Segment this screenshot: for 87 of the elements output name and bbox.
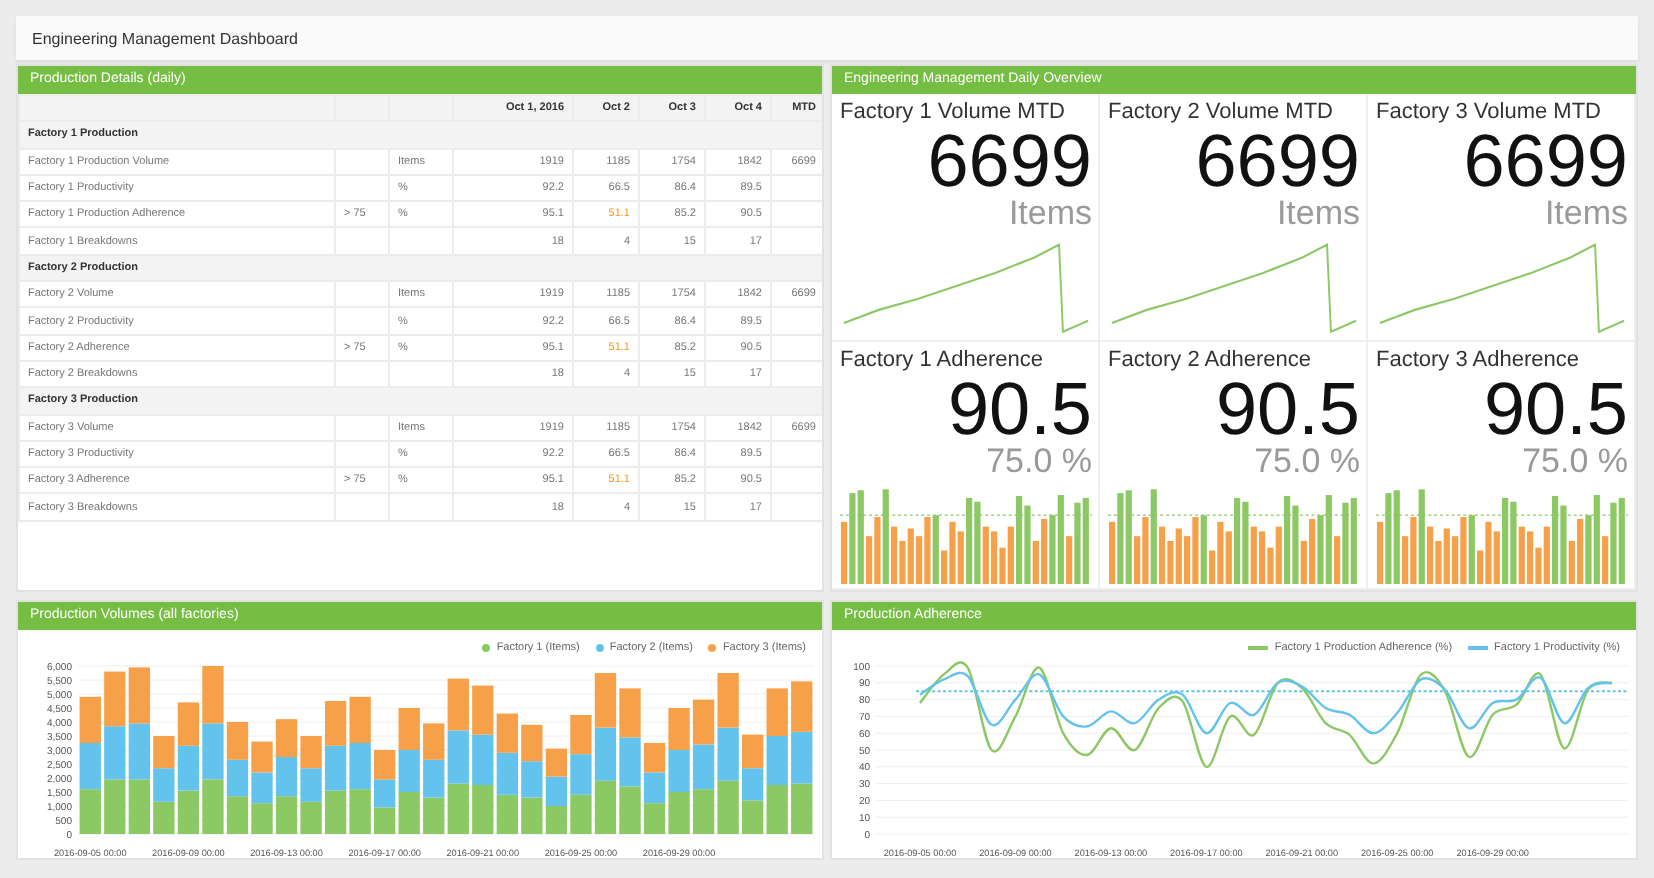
bar xyxy=(104,671,126,727)
bar xyxy=(545,776,568,806)
tile-title: Factory 3 Adherence xyxy=(1376,348,1582,372)
bar xyxy=(791,681,813,732)
bar xyxy=(423,759,445,798)
bar xyxy=(594,673,617,728)
bar xyxy=(472,734,494,785)
bar xyxy=(668,792,690,834)
bar xyxy=(79,789,101,834)
bar xyxy=(594,727,617,781)
bar xyxy=(472,685,494,735)
tile-value: 6699 xyxy=(1193,128,1360,196)
bar xyxy=(545,748,568,777)
bar xyxy=(521,724,543,762)
bar xyxy=(791,783,813,834)
bar xyxy=(79,696,101,743)
bar xyxy=(619,688,641,738)
bar xyxy=(153,736,175,769)
bar xyxy=(104,779,126,834)
bar xyxy=(275,719,298,757)
bar xyxy=(545,806,568,834)
bar xyxy=(570,794,592,834)
bar xyxy=(766,688,788,736)
bar xyxy=(177,790,200,834)
bar xyxy=(717,673,739,728)
bar xyxy=(374,750,396,780)
bar xyxy=(742,734,764,769)
tile-title: Factory 2 Volume MTD xyxy=(1108,100,1335,124)
tile-value: 90.5 xyxy=(945,376,1092,444)
tile-unit: 75.0 % xyxy=(1252,444,1360,480)
bar xyxy=(251,803,273,834)
bar xyxy=(153,801,175,834)
bar xyxy=(496,752,518,795)
bar xyxy=(692,789,715,834)
bar xyxy=(349,696,371,743)
tile-unit: 75.0 % xyxy=(1520,444,1628,480)
bar xyxy=(472,785,494,834)
bar xyxy=(570,754,592,795)
bar xyxy=(128,779,150,834)
tile-value: 6699 xyxy=(925,128,1092,196)
bar xyxy=(692,699,715,745)
bar xyxy=(791,731,813,784)
bar xyxy=(717,780,739,834)
bar xyxy=(496,794,518,834)
bar xyxy=(300,736,322,769)
tile-title: Factory 1 Adherence xyxy=(840,348,1046,372)
bar xyxy=(251,772,273,804)
bar xyxy=(177,702,200,746)
bar xyxy=(324,790,347,834)
bar xyxy=(668,750,690,792)
bar xyxy=(128,667,150,724)
bar xyxy=(349,789,371,834)
bar xyxy=(324,701,347,746)
tile-title: Factory 2 Adherence xyxy=(1108,348,1314,372)
bar xyxy=(300,768,322,802)
tile-unit: Items xyxy=(1274,196,1360,232)
bar xyxy=(398,708,420,750)
bar xyxy=(324,745,347,791)
bar xyxy=(423,797,445,834)
bar xyxy=(447,783,469,834)
bar xyxy=(692,744,715,790)
tile-unit: Items xyxy=(1542,196,1628,232)
tile-unit: 75.0 % xyxy=(984,444,1092,480)
tile-title: Factory 1 Volume MTD xyxy=(840,100,1067,124)
bar xyxy=(594,780,617,834)
tile-value: 6699 xyxy=(1461,128,1628,196)
dashboard-title: Engineering Management Dashboard xyxy=(32,29,298,47)
bar xyxy=(300,801,322,834)
bar xyxy=(275,796,298,834)
bar xyxy=(177,745,200,791)
bar xyxy=(496,713,518,753)
tile-value: 90.5 xyxy=(1213,376,1360,444)
tile-unit: Items xyxy=(1006,196,1092,232)
bar xyxy=(153,768,175,802)
bar xyxy=(251,741,273,773)
bar xyxy=(79,743,101,790)
bar xyxy=(104,726,126,780)
tile-value: 90.5 xyxy=(1481,376,1628,444)
bar xyxy=(521,761,543,798)
tile-title: Factory 3 Volume MTD xyxy=(1376,100,1603,124)
bar xyxy=(570,715,592,755)
bar xyxy=(128,723,150,780)
bar xyxy=(349,743,371,790)
bar xyxy=(717,727,739,781)
bar xyxy=(275,757,298,797)
bar xyxy=(521,797,543,834)
bar xyxy=(668,708,690,750)
